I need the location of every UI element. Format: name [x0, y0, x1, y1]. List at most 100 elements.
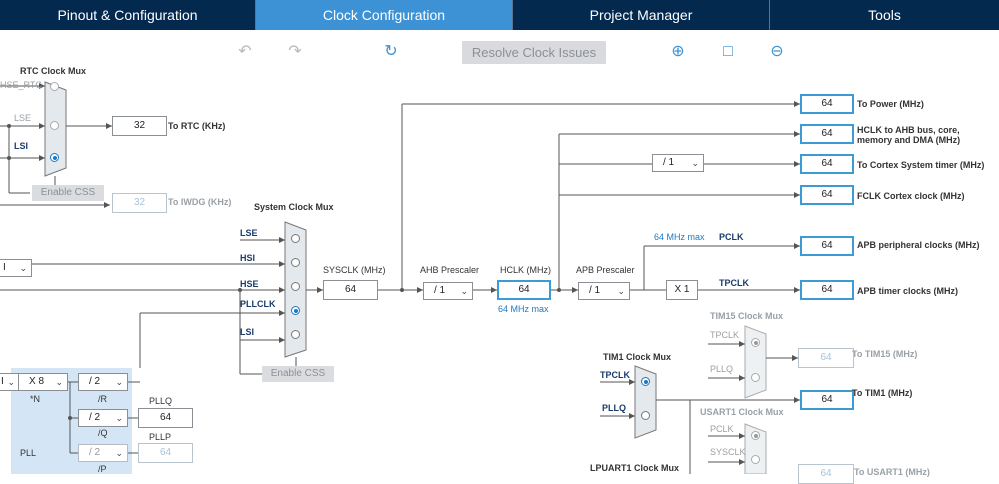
- pll-source-select[interactable]: I ⌄: [0, 373, 20, 391]
- pll-p-label: /P: [98, 464, 107, 474]
- apb-prescaler-label: APB Prescaler: [576, 265, 635, 275]
- tim15-radio-pllq[interactable]: [751, 373, 760, 382]
- apb-peripheral-output-label: APB peripheral clocks (MHz): [857, 240, 980, 250]
- lpuart1-mux-title: LPUART1 Clock Mux: [590, 463, 680, 473]
- chevron-down-icon: ⌄: [19, 263, 27, 273]
- usart1-output-box: 64: [798, 464, 854, 484]
- pll-p-divider-value: / 2: [89, 447, 101, 458]
- tim1-radio-tpclk[interactable]: [641, 377, 650, 386]
- sysmux-input-pllclk: PLLCLK: [240, 299, 276, 309]
- left-select-dropdown[interactable]: I ⌄: [0, 259, 32, 277]
- hclk-ahb-output-label-2: memory and DMA (MHz): [857, 135, 961, 145]
- ahb-prescaler-select[interactable]: / 1 ⌄: [423, 282, 473, 300]
- fclk-output-box[interactable]: 64: [800, 185, 854, 205]
- apb-timer-output-label: APB timer clocks (MHz): [857, 286, 959, 296]
- tim1-input-pllq: PLLQ: [602, 403, 626, 413]
- pll-p-divider-select[interactable]: / 2 ⌄: [78, 444, 128, 462]
- hclk-ahb-output-box[interactable]: 64: [800, 124, 854, 144]
- pllq-label: PLLQ: [149, 396, 173, 406]
- chevron-down-icon: ⌄: [115, 377, 123, 387]
- pllp-value-box: 64: [138, 443, 193, 463]
- rtc-input-hse-rtc: HSE_RTC: [0, 80, 42, 90]
- ahb-prescaler-label: AHB Prescaler: [420, 265, 480, 275]
- rtc-input-lse: LSE: [14, 113, 32, 123]
- tim1-mux-title: TIM1 Clock Mux: [603, 352, 672, 362]
- rtc-output-label: To RTC (KHz): [168, 121, 226, 131]
- tim15-output-box: 64: [798, 348, 854, 368]
- hclk-max-label: 64 MHz max: [498, 304, 549, 314]
- system-clock-mux-title: System Clock Mux: [254, 202, 334, 212]
- pll-n-multiplier-select[interactable]: X 8 ⌄: [18, 373, 68, 391]
- cortex-timer-divider-select[interactable]: / 1 ⌄: [652, 154, 704, 172]
- usart1-input-sysclk: SYSCLK: [710, 447, 746, 457]
- chevron-down-icon: ⌄: [617, 286, 625, 296]
- sysmux-radio-hsi[interactable]: [291, 258, 300, 267]
- rtc-mux-title: RTC Clock Mux: [20, 66, 87, 76]
- apb-timer-output-box[interactable]: 64: [800, 280, 854, 300]
- tim1-output-box[interactable]: 64: [800, 390, 854, 410]
- tim1-output-label: To TIM1 (MHz): [852, 388, 913, 398]
- pll-q-label: /Q: [98, 428, 108, 438]
- pll-r-label: /R: [98, 394, 107, 404]
- apb-peripheral-output-box[interactable]: 64: [800, 236, 854, 256]
- chevron-down-icon: ⌄: [7, 377, 15, 387]
- sysmux-input-hsi: HSI: [240, 253, 256, 263]
- cortex-timer-output-box[interactable]: 64: [800, 154, 854, 174]
- sysclk-label: SYSCLK (MHz): [323, 265, 386, 275]
- apb-prescaler-value: / 1: [589, 285, 601, 296]
- rtc-radio-hse-rtc[interactable]: [50, 82, 59, 91]
- sysmux-radio-lsi[interactable]: [291, 330, 300, 339]
- chevron-down-icon: ⌄: [460, 286, 468, 296]
- sysmux-radio-hse[interactable]: [291, 282, 300, 291]
- hclk-value-box[interactable]: 64: [497, 280, 551, 300]
- usart1-radio-pclk[interactable]: [751, 431, 760, 440]
- tim1-input-tpclk: TPCLK: [600, 370, 630, 380]
- sysmux-input-lsi: LSI: [240, 327, 255, 337]
- ahb-prescaler-value: / 1: [434, 285, 446, 296]
- rtc-value-box: 32: [112, 116, 167, 136]
- rtc-enable-css-button[interactable]: Enable CSS: [32, 185, 104, 201]
- apb-max-label: 64 MHz max: [654, 232, 705, 242]
- cortex-timer-divider-value: / 1: [663, 157, 675, 168]
- fclk-output-label: FCLK Cortex clock (MHz): [857, 191, 965, 201]
- pclk-label: PCLK: [719, 232, 744, 242]
- power-output-box[interactable]: 64: [800, 94, 854, 114]
- apb-prescaler-select[interactable]: / 1 ⌄: [578, 282, 630, 300]
- chevron-down-icon: ⌄: [691, 158, 699, 168]
- tim1-radio-pllq[interactable]: [641, 411, 650, 420]
- sysmux-radio-lse[interactable]: [291, 234, 300, 243]
- rtc-radio-lse[interactable]: [50, 121, 59, 130]
- cortex-timer-output-label: To Cortex System timer (MHz): [857, 160, 985, 170]
- chevron-down-icon: ⌄: [55, 377, 63, 387]
- usart1-input-pclk: PCLK: [710, 424, 734, 434]
- tim15-output-label: To TIM15 (MHz): [852, 349, 918, 359]
- usart1-output-label: To USART1 (MHz): [854, 467, 930, 477]
- pll-label: PLL: [20, 448, 37, 458]
- pll-q-divider-select[interactable]: / 2 ⌄: [78, 409, 128, 427]
- usart1-radio-sysclk[interactable]: [751, 455, 760, 464]
- pll-n-label: *N: [30, 394, 41, 404]
- pll-n-multiplier-value: X 8: [29, 376, 45, 387]
- tpclk-label: TPCLK: [719, 278, 749, 288]
- pllq-value-box: 64: [138, 408, 193, 428]
- iwdg-output-label: To IWDG (KHz): [168, 197, 232, 207]
- pll-r-divider-select[interactable]: / 2 ⌄: [78, 373, 128, 391]
- tim15-radio-tpclk[interactable]: [751, 338, 760, 347]
- hclk-label: HCLK (MHz): [500, 265, 551, 275]
- hclk-ahb-output-label-1: HCLK to AHB bus, core,: [857, 125, 960, 135]
- rtc-radio-lsi[interactable]: [50, 153, 59, 162]
- pll-source-value: I: [1, 376, 4, 387]
- usart1-mux-title: USART1 Clock Mux: [700, 407, 784, 417]
- pll-q-divider-value: / 2: [89, 412, 101, 423]
- sysmux-radio-pllclk[interactable]: [291, 306, 300, 315]
- pll-r-divider-value: / 2: [89, 376, 101, 387]
- sysmux-enable-css-button[interactable]: Enable CSS: [262, 366, 334, 382]
- chevron-down-icon: ⌄: [115, 413, 123, 423]
- tim15-input-tpclk: TPCLK: [710, 330, 740, 340]
- rtc-input-lsi: LSI: [14, 141, 29, 151]
- pllp-label: PLLP: [149, 432, 172, 442]
- apb-timer-multiplier-box: X 1: [666, 280, 698, 300]
- chevron-down-icon: ⌄: [115, 448, 123, 458]
- sysclk-value-box: 64: [323, 280, 378, 300]
- tim15-input-pllq: PLLQ: [710, 364, 734, 374]
